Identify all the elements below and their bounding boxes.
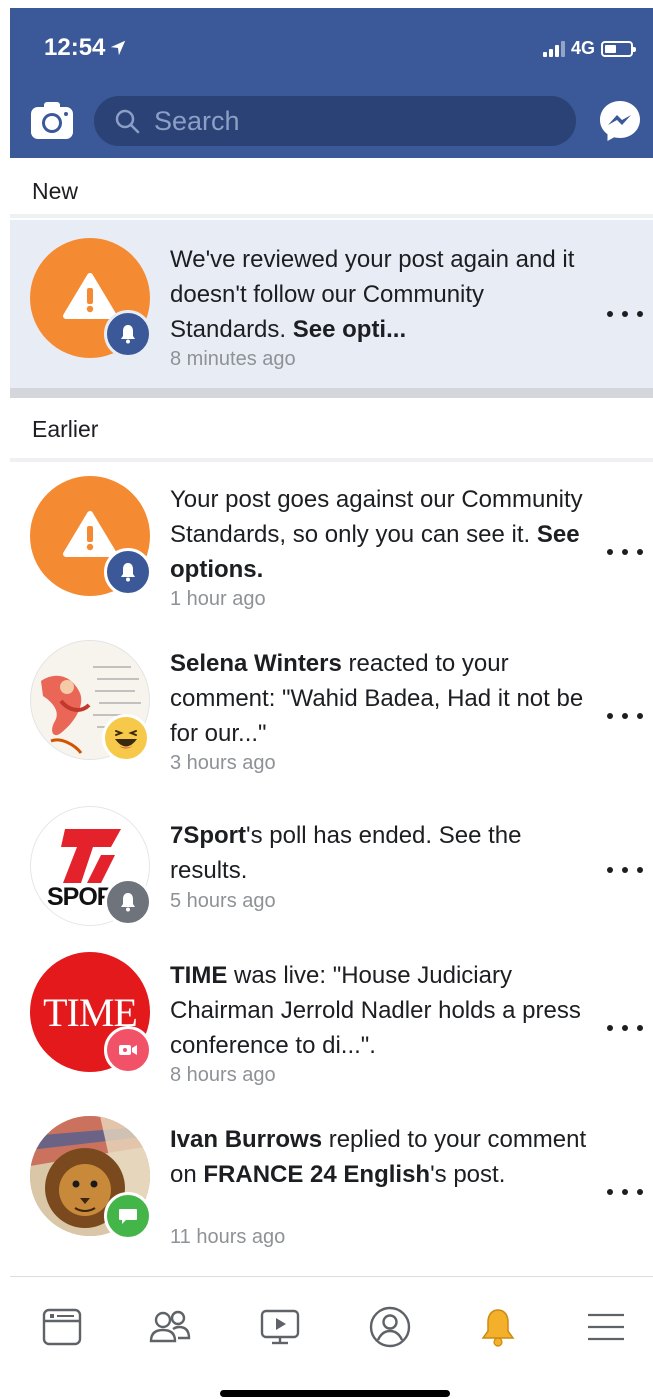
bell-icon [481,1309,515,1347]
news-feed-icon [42,1308,82,1346]
actor-name[interactable]: Selena Winters [170,650,342,677]
bell-icon [104,878,152,926]
camera-icon[interactable] [30,100,74,140]
friends-tab[interactable] [140,1297,200,1357]
actor-name[interactable]: 7Sport [170,822,246,849]
header-bar: 12:54 4G [10,8,653,158]
home-indicator[interactable] [220,1390,450,1397]
notification-time: 11 hours ago [170,1226,286,1248]
more-options-button[interactable] [607,1182,643,1202]
notification-item[interactable]: Your post goes against our Community Sta… [10,464,653,628]
notification-text: Your post goes against our Community Sta… [170,482,595,587]
search-icon [115,109,140,134]
live-video-icon [104,1026,152,1074]
search-row [10,96,653,148]
menu-tab[interactable] [576,1297,636,1357]
status-indicators: 4G [542,38,636,59]
divider [10,214,653,218]
search-input[interactable] [154,105,534,137]
watch-tab[interactable] [250,1297,310,1357]
profile-tab[interactable] [360,1297,420,1357]
news-feed-tab[interactable] [32,1297,92,1357]
notifications-screen: 12:54 4G Search New We've reviewed your … [10,8,653,1399]
bottom-tab-bar [10,1276,653,1396]
messenger-icon[interactable] [597,98,643,144]
watch-icon [260,1309,300,1345]
more-options-button[interactable] [607,304,643,324]
see-options-link[interactable]: See opti... [293,316,406,343]
location-arrow-icon [111,40,126,56]
bell-icon [104,310,152,358]
notification-text: Ivan Burrows replied to your comment on … [170,1122,595,1192]
more-options-button[interactable] [607,860,643,880]
notification-text-part: Your post goes against our Community Sta… [170,486,583,548]
notification-time: 1 hour ago [170,588,266,610]
section-new-label: New [32,178,79,204]
notification-time: 8 minutes ago [170,348,296,370]
more-options-button[interactable] [607,542,643,562]
bell-icon [104,548,152,596]
section-divider [10,388,653,398]
notification-item[interactable]: We've reviewed your post again and it do… [10,220,653,388]
notification-text: 7Sport's poll has ended. See the results… [170,818,595,888]
haha-reaction-icon [102,714,150,762]
notification-time: 8 hours ago [170,1064,276,1086]
page-name[interactable]: FRANCE 24 English [203,1161,430,1188]
notification-time: 3 hours ago [170,752,276,774]
divider [10,458,653,462]
more-options-button[interactable] [607,706,643,726]
status-time: 12:54 [44,34,127,62]
hamburger-icon [588,1313,624,1341]
status-time-text: 12:54 [44,34,106,61]
notification-text: TIME was live: "House Judiciary Chairman… [170,958,595,1063]
cellular-signal-icon [542,40,565,57]
battery-level [605,44,616,53]
friends-icon [149,1310,191,1343]
profile-icon [369,1306,411,1348]
battery-icon [601,40,636,57]
section-earlier-label: Earlier [32,416,99,442]
notification-item[interactable]: Ivan Burrows replied to your comment on … [10,1110,653,1274]
notification-item[interactable]: Selena Winters reacted to your comment: … [10,628,653,794]
notification-time: 5 hours ago [170,890,276,912]
notification-item[interactable]: TIME TIME was live: "House Judiciary Cha… [10,946,653,1110]
notification-text: Selena Winters reacted to your comment: … [170,646,595,751]
search-bar[interactable] [94,96,576,146]
notification-item[interactable]: SPOR 7Sport's poll has ended. See the re… [10,794,653,946]
actor-name[interactable]: TIME [170,962,227,989]
comment-icon [104,1192,152,1240]
more-options-button[interactable] [607,1018,643,1038]
actor-name[interactable]: Ivan Burrows [170,1126,322,1153]
notification-text-part: was live: "House Judiciary Chairman Jerr… [170,962,581,1059]
network-type: 4G [570,38,595,58]
notification-text: We've reviewed your post again and it do… [170,242,595,347]
notification-text-part: 's post. [430,1161,506,1188]
notifications-tab[interactable] [468,1297,528,1357]
status-bar: 12:54 4G [10,8,653,88]
